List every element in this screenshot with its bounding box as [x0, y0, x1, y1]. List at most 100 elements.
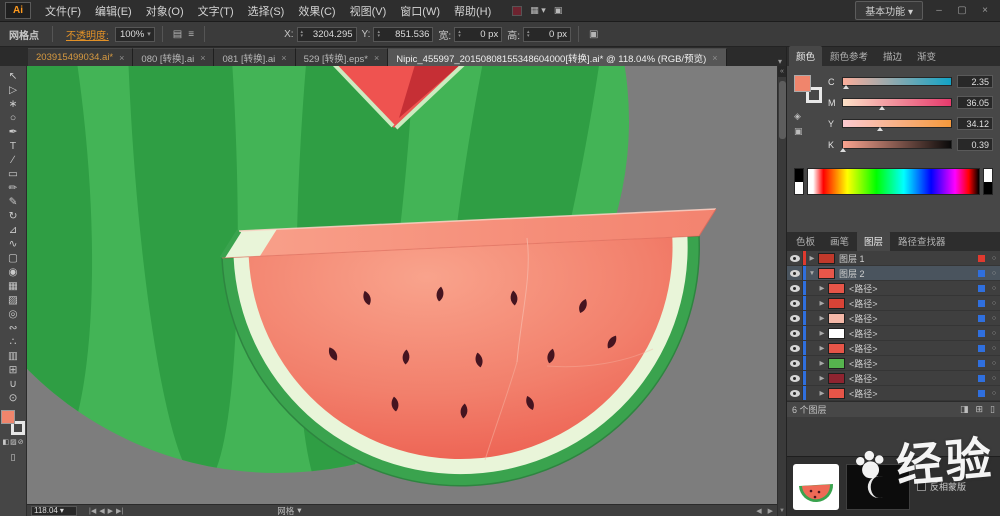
disclosure-icon[interactable]: ▶ [806, 254, 818, 262]
column-graph-tool[interactable]: ▥ [1, 349, 26, 363]
y-input[interactable]: ▴▾ 851.536 [373, 27, 433, 42]
bridge-icon[interactable] [512, 6, 522, 16]
layer-thumbnail[interactable] [828, 298, 845, 309]
slider-thumb-icon[interactable] [840, 148, 846, 152]
restore-button[interactable]: ▢ [955, 5, 969, 16]
tab-color-1[interactable]: 颜色参考 [823, 46, 875, 66]
layer-name[interactable]: <路径> [849, 312, 978, 325]
direct-selection-tool[interactable]: ▷ [1, 83, 26, 97]
eye-visibility-icon[interactable] [787, 326, 803, 340]
disclosure-icon[interactable]: ▶ [816, 284, 828, 292]
slider-thumb-icon[interactable] [879, 106, 885, 110]
symbol-sprayer-tool[interactable]: ∴ [1, 335, 26, 349]
none-mode-icon[interactable]: ⊘ [18, 438, 24, 446]
layer-thumbnail[interactable] [828, 313, 845, 324]
layer-name[interactable]: <路径> [849, 387, 978, 400]
channel-value-y[interactable]: 34.12 [957, 117, 993, 130]
close-tab-icon[interactable]: × [200, 53, 205, 63]
layer-name[interactable]: <路径> [849, 297, 978, 310]
channel-slider-k[interactable] [842, 140, 952, 149]
target-circle-icon[interactable]: ○ [988, 330, 1000, 337]
zoom-level-select[interactable]: 118.04 ▾ [31, 506, 77, 516]
document-tab-4[interactable]: Nipic_455997_20150808155348604000[转换].ai… [388, 48, 726, 66]
pen-tool[interactable]: ✒ [1, 125, 26, 139]
canvas[interactable]: 118.04 ▾ |◀ ◀ ▶ ▶| 网格 ▾ ◀ ▶ [27, 66, 777, 516]
eyedropper-tool[interactable]: ◎ [1, 307, 26, 321]
layer-row-9[interactable]: ▶<路径>○ [787, 386, 1000, 401]
arrange-documents-icon[interactable]: ▦ ▾ [530, 5, 546, 16]
selection-tool[interactable]: ↖ [1, 69, 26, 83]
layer-thumbnail[interactable] [828, 328, 845, 339]
artboard-canvas[interactable] [27, 66, 777, 504]
out-of-gamut-icon[interactable]: ▣ [794, 126, 828, 137]
target-circle-icon[interactable]: ○ [988, 360, 1000, 367]
chevron-down-icon[interactable]: ▾ [297, 505, 301, 516]
object-thumbnail[interactable] [793, 464, 839, 510]
color-spectrum-bar[interactable] [807, 168, 980, 195]
eye-visibility-icon[interactable] [787, 311, 803, 325]
opacity-label[interactable]: 不透明度: [66, 27, 109, 42]
prev-artboard-icon[interactable]: ◀ [99, 507, 104, 515]
chevron-down-icon[interactable]: ▾ [60, 506, 64, 515]
eye-visibility-icon[interactable] [787, 281, 803, 295]
collapse-dock-icon[interactable]: « [778, 66, 786, 77]
mesh-tool[interactable]: ▦ [1, 279, 26, 293]
close-tab-icon[interactable]: × [374, 53, 379, 63]
type-tool[interactable]: T [1, 139, 26, 153]
disclosure-icon[interactable]: ▼ [806, 270, 818, 277]
delete-layer-icon[interactable]: ▯ [990, 404, 995, 415]
paintbrush-tool[interactable]: ✏ [1, 181, 26, 195]
channel-value-k[interactable]: 0.39 [957, 138, 993, 151]
free-transform-tool[interactable]: ▢ [1, 251, 26, 265]
layer-name[interactable]: <路径> [849, 357, 978, 370]
layer-thumbnail[interactable] [828, 388, 845, 399]
scroll-left-icon[interactable]: ◀ [756, 507, 761, 515]
vertical-scrollbar[interactable]: « ▼ [777, 66, 786, 516]
target-circle-icon[interactable]: ○ [988, 270, 1000, 277]
layer-name[interactable]: <路径> [849, 282, 978, 295]
disclosure-icon[interactable]: ▶ [816, 299, 828, 307]
layer-row-5[interactable]: ▶<路径>○ [787, 326, 1000, 341]
drawing-mode-icon[interactable]: ▯ [11, 452, 16, 463]
stepper-icon[interactable]: ▴▾ [377, 30, 380, 38]
document-tab-2[interactable]: 081 [转换].ai× [214, 48, 295, 66]
color-mode-icon[interactable]: ◧ [2, 438, 9, 446]
white-black-swatches[interactable] [983, 168, 993, 195]
width-tool[interactable]: ∿ [1, 237, 26, 251]
disclosure-icon[interactable]: ▶ [816, 359, 828, 367]
disclosure-icon[interactable]: ▶ [816, 389, 828, 397]
rectangle-tool[interactable]: ▭ [1, 167, 26, 181]
eye-visibility-icon[interactable] [787, 386, 803, 400]
make-mask-icon[interactable]: ◨ [960, 404, 969, 415]
eye-visibility-icon[interactable] [787, 356, 803, 370]
close-button[interactable]: × [978, 5, 992, 16]
layer-row-4[interactable]: ▶<路径>○ [787, 311, 1000, 326]
height-input[interactable]: ▴▾ 0 px [523, 27, 571, 42]
target-circle-icon[interactable]: ○ [988, 285, 1000, 292]
first-artboard-icon[interactable]: |◀ [89, 507, 96, 515]
tab-panel-2[interactable]: 图层 [857, 231, 890, 251]
zoom-tool[interactable]: ⊙ [1, 391, 26, 405]
channel-slider-y[interactable] [842, 119, 952, 128]
menu-item-5[interactable]: 效果(C) [291, 0, 342, 22]
tab-panel-0[interactable]: 色板 [789, 231, 822, 251]
layer-row-8[interactable]: ▶<路径>○ [787, 371, 1000, 386]
shape-builder-tool[interactable]: ◉ [1, 265, 26, 279]
width-input[interactable]: ▴▾ 0 px [454, 27, 502, 42]
target-circle-icon[interactable]: ○ [988, 315, 1000, 322]
hand-tool[interactable]: ∪ [1, 377, 26, 391]
chevron-down-icon[interactable]: ▾ [147, 30, 151, 38]
channel-value-c[interactable]: 2.35 [957, 75, 993, 88]
magic-wand-tool[interactable]: ∗ [1, 97, 26, 111]
gradient-mode-icon[interactable]: ▨ [10, 438, 17, 446]
opacity-input[interactable]: 100%▾ [115, 27, 155, 42]
menu-item-7[interactable]: 窗口(W) [393, 0, 447, 22]
minimize-button[interactable]: – [932, 5, 946, 16]
channel-value-m[interactable]: 36.05 [957, 96, 993, 109]
channel-slider-m[interactable] [842, 98, 952, 107]
workspace-switcher[interactable]: 基本功能 ▾ [855, 1, 923, 20]
color-cube-icon[interactable]: ◈ [794, 111, 828, 122]
screen-mode-icon[interactable]: ▣ [554, 5, 563, 16]
tab-panel-3[interactable]: 路径查找器 [891, 231, 953, 251]
disclosure-icon[interactable]: ▶ [816, 329, 828, 337]
